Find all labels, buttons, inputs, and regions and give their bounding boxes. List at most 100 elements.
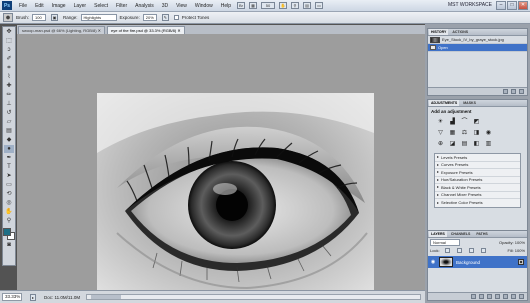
threshold-icon[interactable]: ◧ xyxy=(472,140,481,148)
exposure-input[interactable]: 20% xyxy=(142,14,157,21)
invert-icon[interactable]: ◪ xyxy=(448,140,457,148)
blur-tool-icon[interactable]: ◆ xyxy=(4,136,14,144)
menu-edit[interactable]: Edit xyxy=(31,3,48,9)
link-layers-icon[interactable] xyxy=(471,294,476,299)
curves-icon[interactable]: ⌒ xyxy=(460,118,469,126)
preset-exposure[interactable]: Exposure Presets xyxy=(435,169,520,177)
protect-tones-checkbox[interactable] xyxy=(173,15,179,20)
menu-3d[interactable]: 3D xyxy=(158,3,172,9)
screen-mode-icon[interactable]: ▭ xyxy=(315,2,324,9)
hand-icon[interactable]: ✋ xyxy=(279,2,288,9)
tab-masks[interactable]: MASKS xyxy=(461,100,478,106)
vibrance-icon[interactable]: ▽ xyxy=(436,129,445,137)
posterize-icon[interactable]: ▤ xyxy=(460,140,469,148)
photo-filter-icon[interactable]: ◉ xyxy=(484,129,493,137)
layer-style-icon[interactable] xyxy=(479,294,484,299)
horizontal-scrollbar[interactable] xyxy=(86,294,421,300)
type-tool-icon[interactable]: T xyxy=(4,163,14,171)
move-tool-icon[interactable]: ✥ xyxy=(4,28,14,36)
foreground-color-swatch[interactable] xyxy=(3,228,11,236)
eyedropper-tool-icon[interactable]: ⌇ xyxy=(4,73,14,81)
menu-image[interactable]: Image xyxy=(48,3,70,9)
history-state-open[interactable]: Open xyxy=(428,44,527,52)
path-selection-tool-icon[interactable]: ➤ xyxy=(4,172,14,180)
lock-transparency-icon[interactable] xyxy=(444,248,450,253)
menu-view[interactable]: View xyxy=(172,3,191,9)
zoom-icon[interactable]: ⚲ xyxy=(291,2,300,9)
zoom-tool-icon[interactable]: ⚲ xyxy=(4,217,14,225)
tab-layers[interactable]: LAYERS xyxy=(429,231,447,237)
minibridge-icon[interactable]: ▦ xyxy=(249,2,258,9)
status-info-icon[interactable]: ▸ xyxy=(30,293,36,301)
lock-all-icon[interactable] xyxy=(480,248,486,253)
preset-hue-saturation[interactable]: Hue/Saturation Presets xyxy=(435,177,520,184)
menu-select[interactable]: Select xyxy=(90,3,112,9)
lock-image-icon[interactable] xyxy=(456,248,462,253)
menu-window[interactable]: Window xyxy=(191,3,217,9)
preset-selective-color[interactable]: Selective Color Presets xyxy=(435,199,520,207)
airbrush-icon[interactable]: ✎ xyxy=(161,14,169,21)
layer-background[interactable]: ◉ Background ▣ xyxy=(428,256,527,268)
add-mask-icon[interactable] xyxy=(487,294,492,299)
gradient-tool-icon[interactable]: ▤ xyxy=(4,127,14,135)
doc-tab-swoop-man[interactable]: swoop-man.psd @ 66% (Lighting, RGB/8) ✕ xyxy=(18,26,106,34)
blend-mode-select[interactable]: Normal xyxy=(430,239,460,246)
dodge-tool-icon[interactable]: ● xyxy=(4,145,14,153)
eraser-tool-icon[interactable]: ▱ xyxy=(4,118,14,126)
eye-photo[interactable] xyxy=(97,93,374,302)
menu-layer[interactable]: Layer xyxy=(70,3,91,9)
lasso-tool-icon[interactable]: ↄ xyxy=(4,46,14,54)
marquee-tool-icon[interactable]: ⬚ xyxy=(4,37,14,45)
shape-tool-icon[interactable]: ▭ xyxy=(4,181,14,189)
history-brush-tool-icon[interactable]: ↺ xyxy=(4,109,14,117)
quick-select-tool-icon[interactable]: ✐ xyxy=(4,55,14,63)
brightness-contrast-icon[interactable]: ☀ xyxy=(436,118,445,126)
zoom-level-menu[interactable]: 50 xyxy=(261,2,276,9)
hand-tool-icon[interactable]: ✋ xyxy=(4,208,14,216)
pen-tool-icon[interactable]: ✒ xyxy=(4,154,14,162)
new-adjustment-layer-icon[interactable] xyxy=(495,294,500,299)
history-snapshot[interactable]: Eye_Stock_IV_by_graye_stock.jpg xyxy=(428,36,527,44)
arrange-documents-icon[interactable]: ▤ xyxy=(303,2,312,9)
3d-orbit-tool-icon[interactable]: ◎ xyxy=(4,199,14,207)
brush-tool-icon[interactable]: ✏ xyxy=(4,91,14,99)
hue-saturation-icon[interactable]: ▦ xyxy=(448,129,457,137)
menu-file[interactable]: File xyxy=(15,3,31,9)
preset-black-white[interactable]: Black & White Presets xyxy=(435,184,520,192)
new-group-icon[interactable] xyxy=(503,294,508,299)
new-layer-icon[interactable] xyxy=(511,294,516,299)
healing-brush-tool-icon[interactable]: ✚ xyxy=(4,82,14,90)
zoom-level-field[interactable]: 33.33% xyxy=(2,293,22,301)
scrollbar-thumb[interactable] xyxy=(91,295,122,299)
crop-tool-icon[interactable]: ⌗ xyxy=(4,64,14,72)
preset-channel-mixer[interactable]: Channel Mixer Presets xyxy=(435,192,520,199)
canvas-area[interactable] xyxy=(17,34,425,302)
close-button[interactable]: ✕ xyxy=(518,1,528,10)
tab-channels[interactable]: CHANNELS xyxy=(449,231,472,237)
tab-paths[interactable]: PATHS xyxy=(474,231,489,237)
black-white-icon[interactable]: ◨ xyxy=(472,129,481,137)
preset-curves[interactable]: Curves Presets xyxy=(435,162,520,169)
tab-actions[interactable]: ACTIONS xyxy=(450,29,470,35)
brush-size-picker[interactable]: 100 xyxy=(32,14,47,21)
delete-state-icon[interactable] xyxy=(519,89,524,94)
eye-icon[interactable]: ◉ xyxy=(430,259,436,265)
tab-adjustments[interactable]: ADJUSTMENTS xyxy=(429,100,460,106)
opacity-field[interactable]: Opacity: 100% xyxy=(499,240,525,245)
quick-mask-icon[interactable]: ◙ xyxy=(4,241,14,249)
menu-help[interactable]: Help xyxy=(217,3,235,9)
doc-tab-eye-of-the-fire[interactable]: eye of the fire.psd @ 33.3% (RGB/8) ✕ xyxy=(107,26,185,34)
fill-field[interactable]: Fill: 100% xyxy=(507,248,525,253)
channel-mixer-icon[interactable]: ⊕ xyxy=(436,140,445,148)
workspace-switcher[interactable]: MST WORKSPACE xyxy=(448,2,492,8)
color-balance-icon[interactable]: ⚖ xyxy=(460,129,469,137)
minimize-button[interactable]: – xyxy=(496,1,506,10)
new-document-from-state-icon[interactable] xyxy=(503,89,508,94)
range-select[interactable]: Highlights xyxy=(80,14,117,21)
exposure-icon[interactable]: ◩ xyxy=(472,118,481,126)
maximize-button[interactable]: □ xyxy=(507,1,517,10)
color-swatches[interactable] xyxy=(3,228,15,240)
tool-preset-picker[interactable] xyxy=(3,13,13,22)
bridge-icon[interactable]: Br xyxy=(237,2,246,9)
lock-position-icon[interactable] xyxy=(468,248,474,253)
